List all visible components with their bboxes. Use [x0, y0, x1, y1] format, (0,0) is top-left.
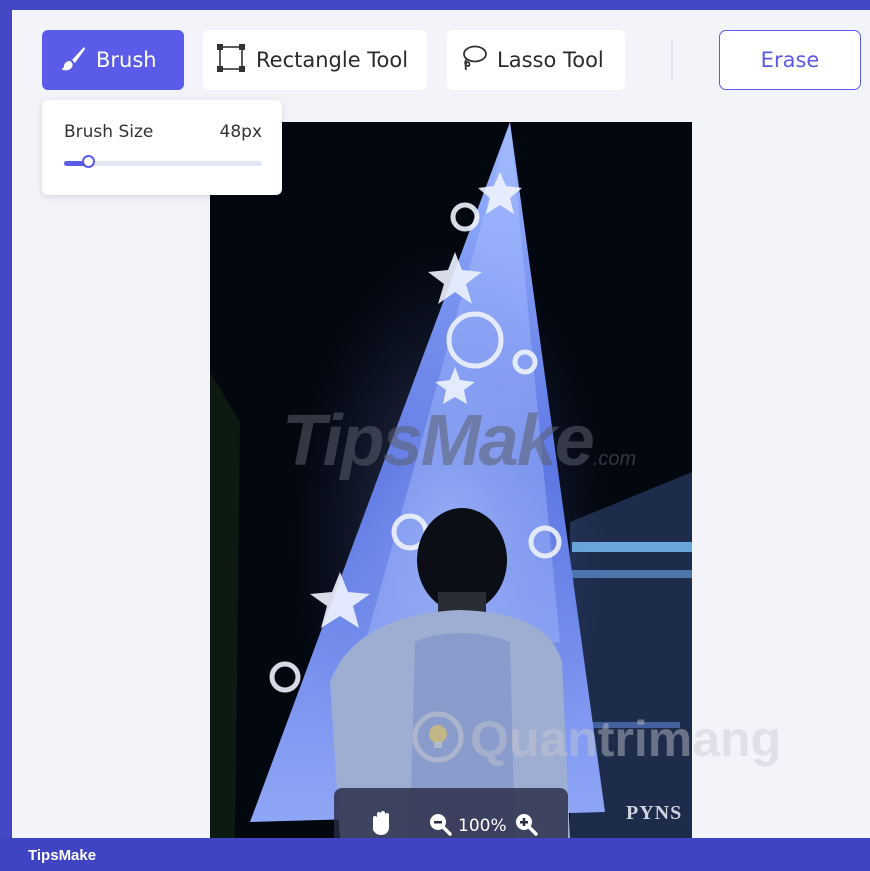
rectangle-tool-label: Rectangle Tool: [256, 48, 409, 72]
tipsmake-watermark-text: TipsMake: [282, 401, 595, 481]
zoom-out-icon[interactable]: [428, 812, 452, 838]
brush-tool-label: Brush: [96, 48, 157, 72]
editor-canvas: Brush Rectangle Tool Lasso Tool Erase Br…: [12, 10, 870, 838]
brush-icon: [60, 45, 86, 76]
footer-bar: TipsMake: [0, 838, 870, 871]
window-top-border: [0, 0, 870, 10]
hand-icon[interactable]: [368, 810, 394, 838]
brush-size-panel: Brush Size 48px: [42, 100, 282, 195]
brush-size-label: Brush Size: [64, 122, 154, 142]
footer-brand: TipsMake: [28, 847, 97, 864]
zoom-toolbar: 100%: [334, 788, 568, 838]
rectangle-tool-button[interactable]: Rectangle Tool: [203, 30, 427, 90]
brush-size-slider[interactable]: [64, 155, 262, 170]
quantrimang-watermark: Quantrimang: [412, 710, 781, 768]
window-left-border: [0, 0, 12, 871]
erase-button-label: Erase: [760, 48, 820, 72]
lightbulb-logo-icon: [412, 711, 464, 767]
quantrimang-watermark-text: Quantrimang: [470, 711, 782, 767]
lasso-tool-button[interactable]: Lasso Tool: [447, 30, 625, 90]
lasso-icon: [459, 43, 489, 78]
pyns-signature: PYNS: [626, 802, 683, 824]
lasso-tool-label: Lasso Tool: [497, 48, 604, 72]
tipsmake-watermark: TipsMake.com: [282, 400, 636, 482]
zoom-in-icon[interactable]: [514, 812, 538, 838]
erase-button[interactable]: Erase: [719, 30, 861, 90]
zoom-level: 100%: [458, 816, 507, 836]
toolbar-divider: [671, 40, 673, 80]
rectangle-select-icon: [216, 43, 246, 78]
brush-size-value: 48px: [219, 122, 262, 142]
brush-tool-button[interactable]: Brush: [42, 30, 184, 90]
slider-thumb[interactable]: [82, 155, 95, 168]
tipsmake-watermark-suffix: .com: [592, 448, 637, 470]
